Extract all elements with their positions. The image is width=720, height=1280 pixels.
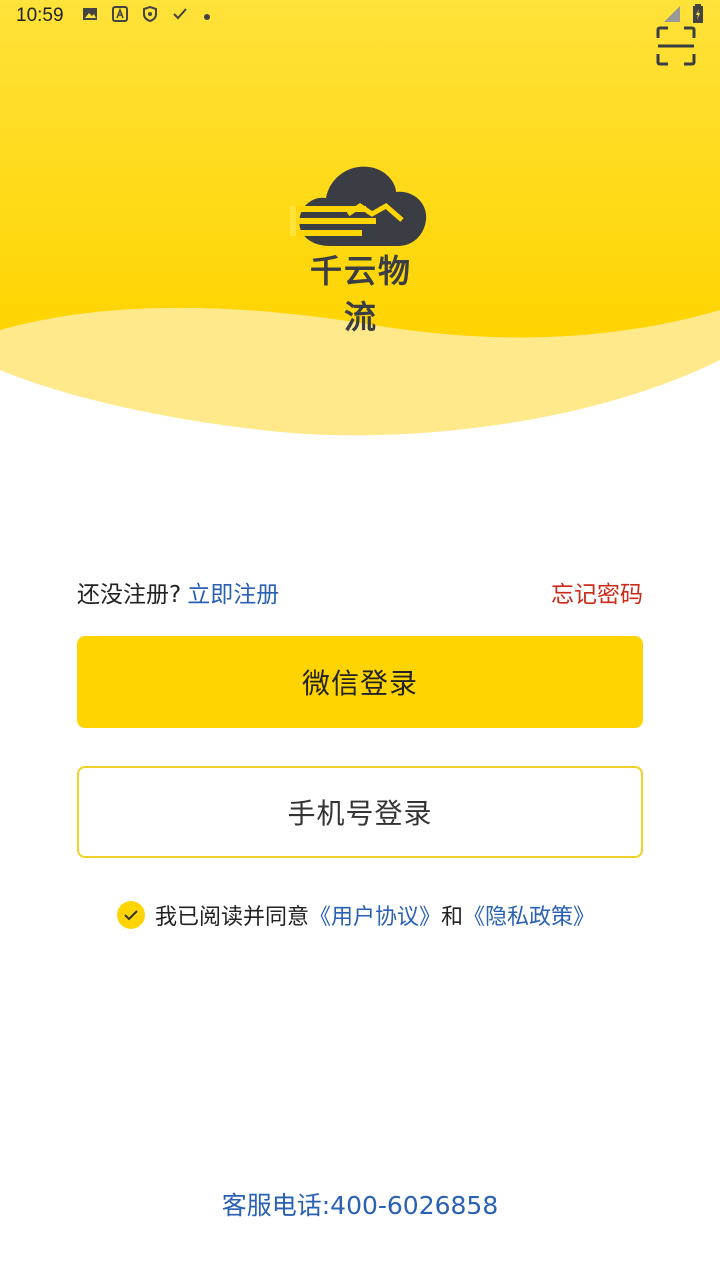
wechat-login-button[interactable]: 微信登录 — [77, 636, 643, 728]
checkmark-icon — [124, 910, 138, 921]
customer-service-hotline[interactable]: 客服电话:400-6026858 — [0, 1186, 720, 1222]
scan-button[interactable] — [656, 26, 696, 66]
agreement-checkbox[interactable] — [117, 901, 145, 929]
scan-icon — [656, 26, 696, 66]
cloud-logo-icon — [290, 166, 427, 246]
user-agreement-link[interactable]: 《用户协议》 — [309, 899, 441, 931]
register-link[interactable]: 立即注册 — [187, 575, 279, 609]
agreement-and: 和 — [441, 905, 464, 930]
agreement-row: 我已阅读并同意 《用户协议》 和 《隐私政策》 — [117, 898, 595, 932]
check-icon — [172, 6, 188, 27]
status-icons — [82, 5, 212, 27]
status-bar: 10:59 — [0, 0, 720, 32]
privacy-policy-link[interactable]: 《隐私政策》 — [463, 899, 595, 931]
forgot-password-link[interactable]: 忘记密码 — [551, 575, 643, 609]
image-icon — [82, 6, 98, 27]
phone-login-button[interactable]: 手机号登录 — [77, 766, 643, 858]
signal-icon — [662, 4, 682, 29]
dot-icon — [202, 6, 212, 27]
a-icon — [111, 5, 128, 27]
status-right — [662, 3, 704, 29]
register-row: 还没注册? 立即注册 忘记密码 — [77, 574, 643, 610]
shield-icon — [142, 5, 158, 27]
brand-name: 千云物流 — [309, 252, 412, 336]
agreement-prefix: 我已阅读并同意 — [155, 905, 310, 930]
register-prompt: 还没注册? — [77, 582, 182, 608]
battery-icon — [692, 3, 704, 29]
login-screen: 10:59 千云物流 还没注册? 立即注册 忘记密码 微信登录 手机号登录 我已… — [0, 0, 720, 1280]
status-time: 10:59 — [16, 5, 64, 26]
